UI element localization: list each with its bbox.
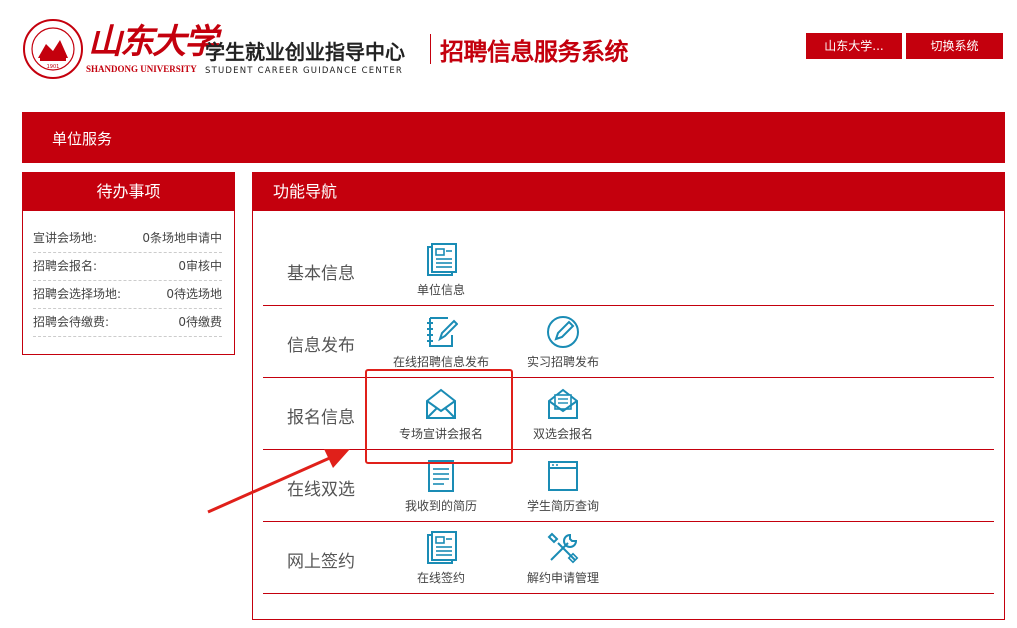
nav-row-label: 基本信息 (287, 264, 355, 284)
todo-item-label: 招聘会报名: (33, 259, 98, 273)
tile-label: 在线招聘信息发布 (392, 355, 489, 369)
tile-label: 解约申请管理 (526, 571, 599, 585)
document-list-icon (427, 243, 457, 276)
todo-title: 待办事项 (23, 173, 234, 211)
center-name-cn: 学生就业创业指导中心 (205, 40, 405, 64)
todo-panel: 待办事项 宣讲会场地: 0条场地申请中 招聘会报名: 0审核中 招聘会选择场地:… (22, 172, 235, 355)
nav-row-label: 在线双选 (287, 480, 355, 500)
tile-label: 学生简历查询 (526, 499, 599, 513)
university-name-cn: 山东大学 (88, 22, 218, 62)
tile-label: 我收到的简历 (404, 499, 477, 513)
tile-internship-post[interactable]: 实习招聘发布 (503, 315, 623, 373)
section-bar: 单位服务 (22, 112, 1005, 163)
user-account-button[interactable]: 山东大学... (806, 33, 902, 59)
nav-row-label: 信息发布 (287, 336, 355, 356)
todo-item-fair-signup[interactable]: 招聘会报名: 0审核中 (33, 253, 222, 281)
tile-company-info[interactable]: 单位信息 (381, 243, 501, 301)
envelope-letter-icon (548, 388, 578, 419)
tile-termination-management[interactable]: 解约申请管理 (503, 531, 623, 589)
tile-label: 单位信息 (416, 283, 465, 297)
document-list-icon (427, 531, 457, 564)
nav-row-basic-info: 基本信息 单位信息 (263, 233, 994, 306)
svg-text:1901: 1901 (47, 64, 60, 70)
nav-row-publish: 信息发布 在线招聘信息发布 实习招聘发布 (263, 305, 994, 378)
annotation-highlight-box (365, 369, 513, 464)
tile-job-fair-signup[interactable]: 双选会报名 (503, 387, 623, 445)
browser-window-icon (548, 461, 578, 491)
tile-online-job-post[interactable]: 在线招聘信息发布 (381, 315, 501, 373)
todo-item-value[interactable]: 0待选场地 (166, 281, 222, 308)
resume-icon (428, 460, 454, 492)
section-title[interactable]: 单位服务 (52, 128, 112, 149)
tile-label: 在线签约 (416, 571, 465, 585)
tile-label: 实习招聘发布 (526, 355, 599, 369)
todo-list: 宣讲会场地: 0条场地申请中 招聘会报名: 0审核中 招聘会选择场地: 0待选场… (23, 211, 234, 337)
switch-system-button[interactable]: 切换系统 (906, 33, 1003, 59)
nav-row-label: 网上签约 (287, 552, 355, 572)
tile-received-resumes[interactable]: 我收到的简历 (381, 459, 501, 517)
todo-item-value[interactable]: 0审核中 (178, 253, 222, 280)
todo-item-label: 宣讲会场地: (33, 231, 98, 245)
tile-label: 双选会报名 (532, 427, 593, 441)
tile-online-sign[interactable]: 在线签约 (381, 531, 501, 589)
header: 1901 山东大学 SHANDONG UNIVERSITY 学生就业创业指导中心… (0, 0, 1017, 90)
university-seal-icon: 1901 (23, 19, 83, 79)
nav-row-label: 报名信息 (287, 408, 355, 428)
nav-row-online-sign: 网上签约 在线签约 解约申请管理 (263, 521, 994, 594)
university-name-en: SHANDONG UNIVERSITY (86, 64, 197, 74)
todo-item-label: 招聘会选择场地: (33, 287, 122, 301)
pen-circle-icon (547, 316, 579, 348)
todo-item-fair-payment[interactable]: 招聘会待缴费: 0待缴费 (33, 309, 222, 337)
header-divider (430, 34, 431, 64)
todo-item-label: 招聘会待缴费: (33, 315, 110, 329)
todo-item-value[interactable]: 0待缴费 (178, 309, 222, 336)
center-name-en: STUDENT CAREER GUIDANCE CENTER (205, 66, 404, 76)
edit-document-icon (427, 317, 458, 347)
system-title: 招聘信息服务系统 (440, 38, 629, 66)
tile-student-resume-search[interactable]: 学生简历查询 (503, 459, 623, 517)
nav-title: 功能导航 (253, 173, 1004, 211)
todo-item-value[interactable]: 0条场地申请中 (142, 225, 222, 252)
tools-icon (547, 532, 579, 564)
todo-item-venue[interactable]: 宣讲会场地: 0条场地申请中 (33, 225, 222, 253)
todo-item-fair-venue[interactable]: 招聘会选择场地: 0待选场地 (33, 281, 222, 309)
